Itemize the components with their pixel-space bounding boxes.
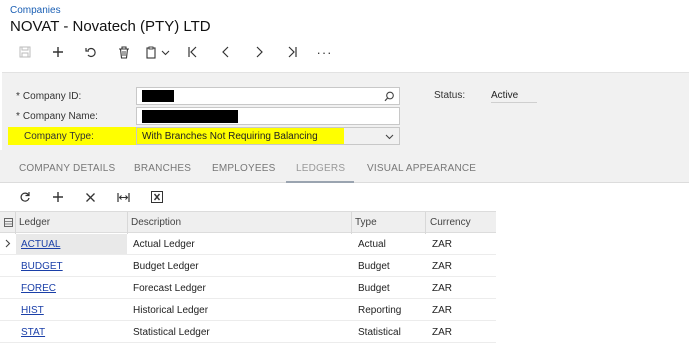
copy-paste-button[interactable] xyxy=(140,42,176,62)
description-cell: Budget Ledger xyxy=(133,261,199,272)
last-record-icon xyxy=(288,46,297,58)
tab-bar: COMPANY DETAILS BRANCHES EMPLOYEES LEDGE… xyxy=(0,150,689,183)
refresh-button[interactable] xyxy=(8,187,41,207)
export-excel-icon xyxy=(150,191,163,203)
undo-button[interactable] xyxy=(74,42,107,62)
redacted-value xyxy=(142,90,174,102)
previous-record-icon xyxy=(221,46,228,58)
next-record-button[interactable] xyxy=(242,42,275,62)
tab-company-details[interactable]: COMPANY DETAILS xyxy=(19,163,115,174)
required-mark: * xyxy=(16,110,20,122)
delete-row-icon xyxy=(86,192,95,202)
ledger-link[interactable]: BUDGET xyxy=(21,261,63,272)
more-button[interactable]: ··· xyxy=(308,42,341,62)
currency-cell: ZAR xyxy=(432,283,452,294)
add-row-icon xyxy=(52,192,63,202)
tab-ledgers[interactable]: LEDGERS xyxy=(296,163,345,174)
export-excel-button[interactable] xyxy=(140,187,173,207)
company-type-label: Company Type: xyxy=(24,130,94,142)
save-button[interactable] xyxy=(8,42,41,62)
breadcrumb[interactable]: Companies xyxy=(10,5,61,16)
add-row-button[interactable] xyxy=(41,187,74,207)
column-header-ledger[interactable]: Ledger xyxy=(19,217,50,228)
ledger-link[interactable]: HIST xyxy=(21,305,44,316)
fit-columns-icon xyxy=(117,192,130,202)
column-divider xyxy=(127,212,128,234)
type-cell: Budget xyxy=(358,261,390,272)
company-type-select[interactable]: With Branches Not Requiring Balancing xyxy=(136,127,400,145)
currency-cell: ZAR xyxy=(432,305,452,316)
company-id-input[interactable] xyxy=(136,87,400,105)
chevron-down-icon xyxy=(385,134,394,140)
chevron-down-icon xyxy=(161,50,170,55)
page-title: NOVAT - Novatech (PTY) LTD xyxy=(10,18,211,35)
grid-toolbar xyxy=(8,187,173,207)
ledger-link[interactable]: FOREC xyxy=(21,283,56,294)
description-cell: Historical Ledger xyxy=(133,305,209,316)
column-header-description[interactable]: Description xyxy=(131,217,181,228)
delete-button[interactable] xyxy=(107,42,140,62)
column-divider xyxy=(425,212,426,234)
column-header-type[interactable]: Type xyxy=(355,217,377,228)
table-row[interactable]: ACTUAL Actual Ledger Actual ZAR xyxy=(0,233,496,255)
column-divider xyxy=(15,212,16,234)
add-button[interactable] xyxy=(41,42,74,62)
type-cell: Budget xyxy=(358,283,390,294)
save-icon xyxy=(19,46,30,58)
main-toolbar: ··· xyxy=(8,42,341,62)
description-cell: Statistical Ledger xyxy=(133,327,210,338)
copy-paste-icon xyxy=(146,46,156,59)
status-label: Status: xyxy=(434,90,466,101)
tab-branches[interactable]: BRANCHES xyxy=(134,163,191,174)
refresh-icon xyxy=(20,192,30,202)
type-cell: Statistical xyxy=(358,327,401,338)
delete-icon xyxy=(118,45,129,59)
row-selector-icon[interactable] xyxy=(4,218,13,227)
tab-visual-appearance[interactable]: VISUAL APPEARANCE xyxy=(367,163,476,174)
first-record-icon xyxy=(187,46,196,58)
table-row[interactable]: STAT Statistical Ledger Statistical ZAR xyxy=(0,321,496,343)
table-row[interactable]: FOREC Forecast Ledger Budget ZAR xyxy=(0,277,496,299)
company-name-label: Company Name: xyxy=(22,110,98,122)
fit-columns-button[interactable] xyxy=(107,187,140,207)
currency-cell: ZAR xyxy=(432,327,452,338)
redacted-value xyxy=(142,109,238,123)
search-icon[interactable] xyxy=(384,91,395,102)
more-icon: ··· xyxy=(316,44,333,60)
delete-row-button[interactable] xyxy=(74,187,107,207)
first-record-button[interactable] xyxy=(176,42,209,62)
status-value: Active xyxy=(491,90,537,103)
description-cell: Actual Ledger xyxy=(133,239,195,250)
ledger-link[interactable]: ACTUAL xyxy=(21,239,60,250)
currency-cell: ZAR xyxy=(432,239,452,250)
row-indicator-icon xyxy=(5,239,11,248)
ledgers-grid: Ledger Description Type Currency ACTUAL … xyxy=(0,211,496,343)
table-row[interactable]: BUDGET Budget Ledger Budget ZAR xyxy=(0,255,496,277)
column-divider xyxy=(351,212,352,234)
column-header-currency[interactable]: Currency xyxy=(430,217,471,228)
next-record-icon xyxy=(256,46,263,58)
company-id-row: * Company ID: xyxy=(16,87,141,105)
type-cell: Actual xyxy=(358,239,386,250)
undo-icon xyxy=(84,47,96,58)
company-id-label: Company ID: xyxy=(22,90,82,102)
tab-employees[interactable]: EMPLOYEES xyxy=(212,163,276,174)
last-record-button[interactable] xyxy=(275,42,308,62)
active-tab-indicator xyxy=(286,181,354,183)
company-summary-panel: * Company ID: * Company Name: Company Ty… xyxy=(2,72,689,150)
add-icon xyxy=(52,47,63,57)
description-cell: Forecast Ledger xyxy=(133,283,206,294)
table-row[interactable]: HIST Historical Ledger Reporting ZAR xyxy=(0,299,496,321)
company-name-input[interactable] xyxy=(136,107,400,125)
company-type-value: With Branches Not Requiring Balancing xyxy=(142,130,318,142)
type-cell: Reporting xyxy=(358,305,402,316)
company-name-row: * Company Name: xyxy=(16,107,141,125)
grid-header: Ledger Description Type Currency xyxy=(0,211,496,234)
previous-record-button[interactable] xyxy=(209,42,242,62)
ledger-link[interactable]: STAT xyxy=(21,327,45,338)
currency-cell: ZAR xyxy=(432,261,452,272)
required-mark: * xyxy=(16,90,20,102)
